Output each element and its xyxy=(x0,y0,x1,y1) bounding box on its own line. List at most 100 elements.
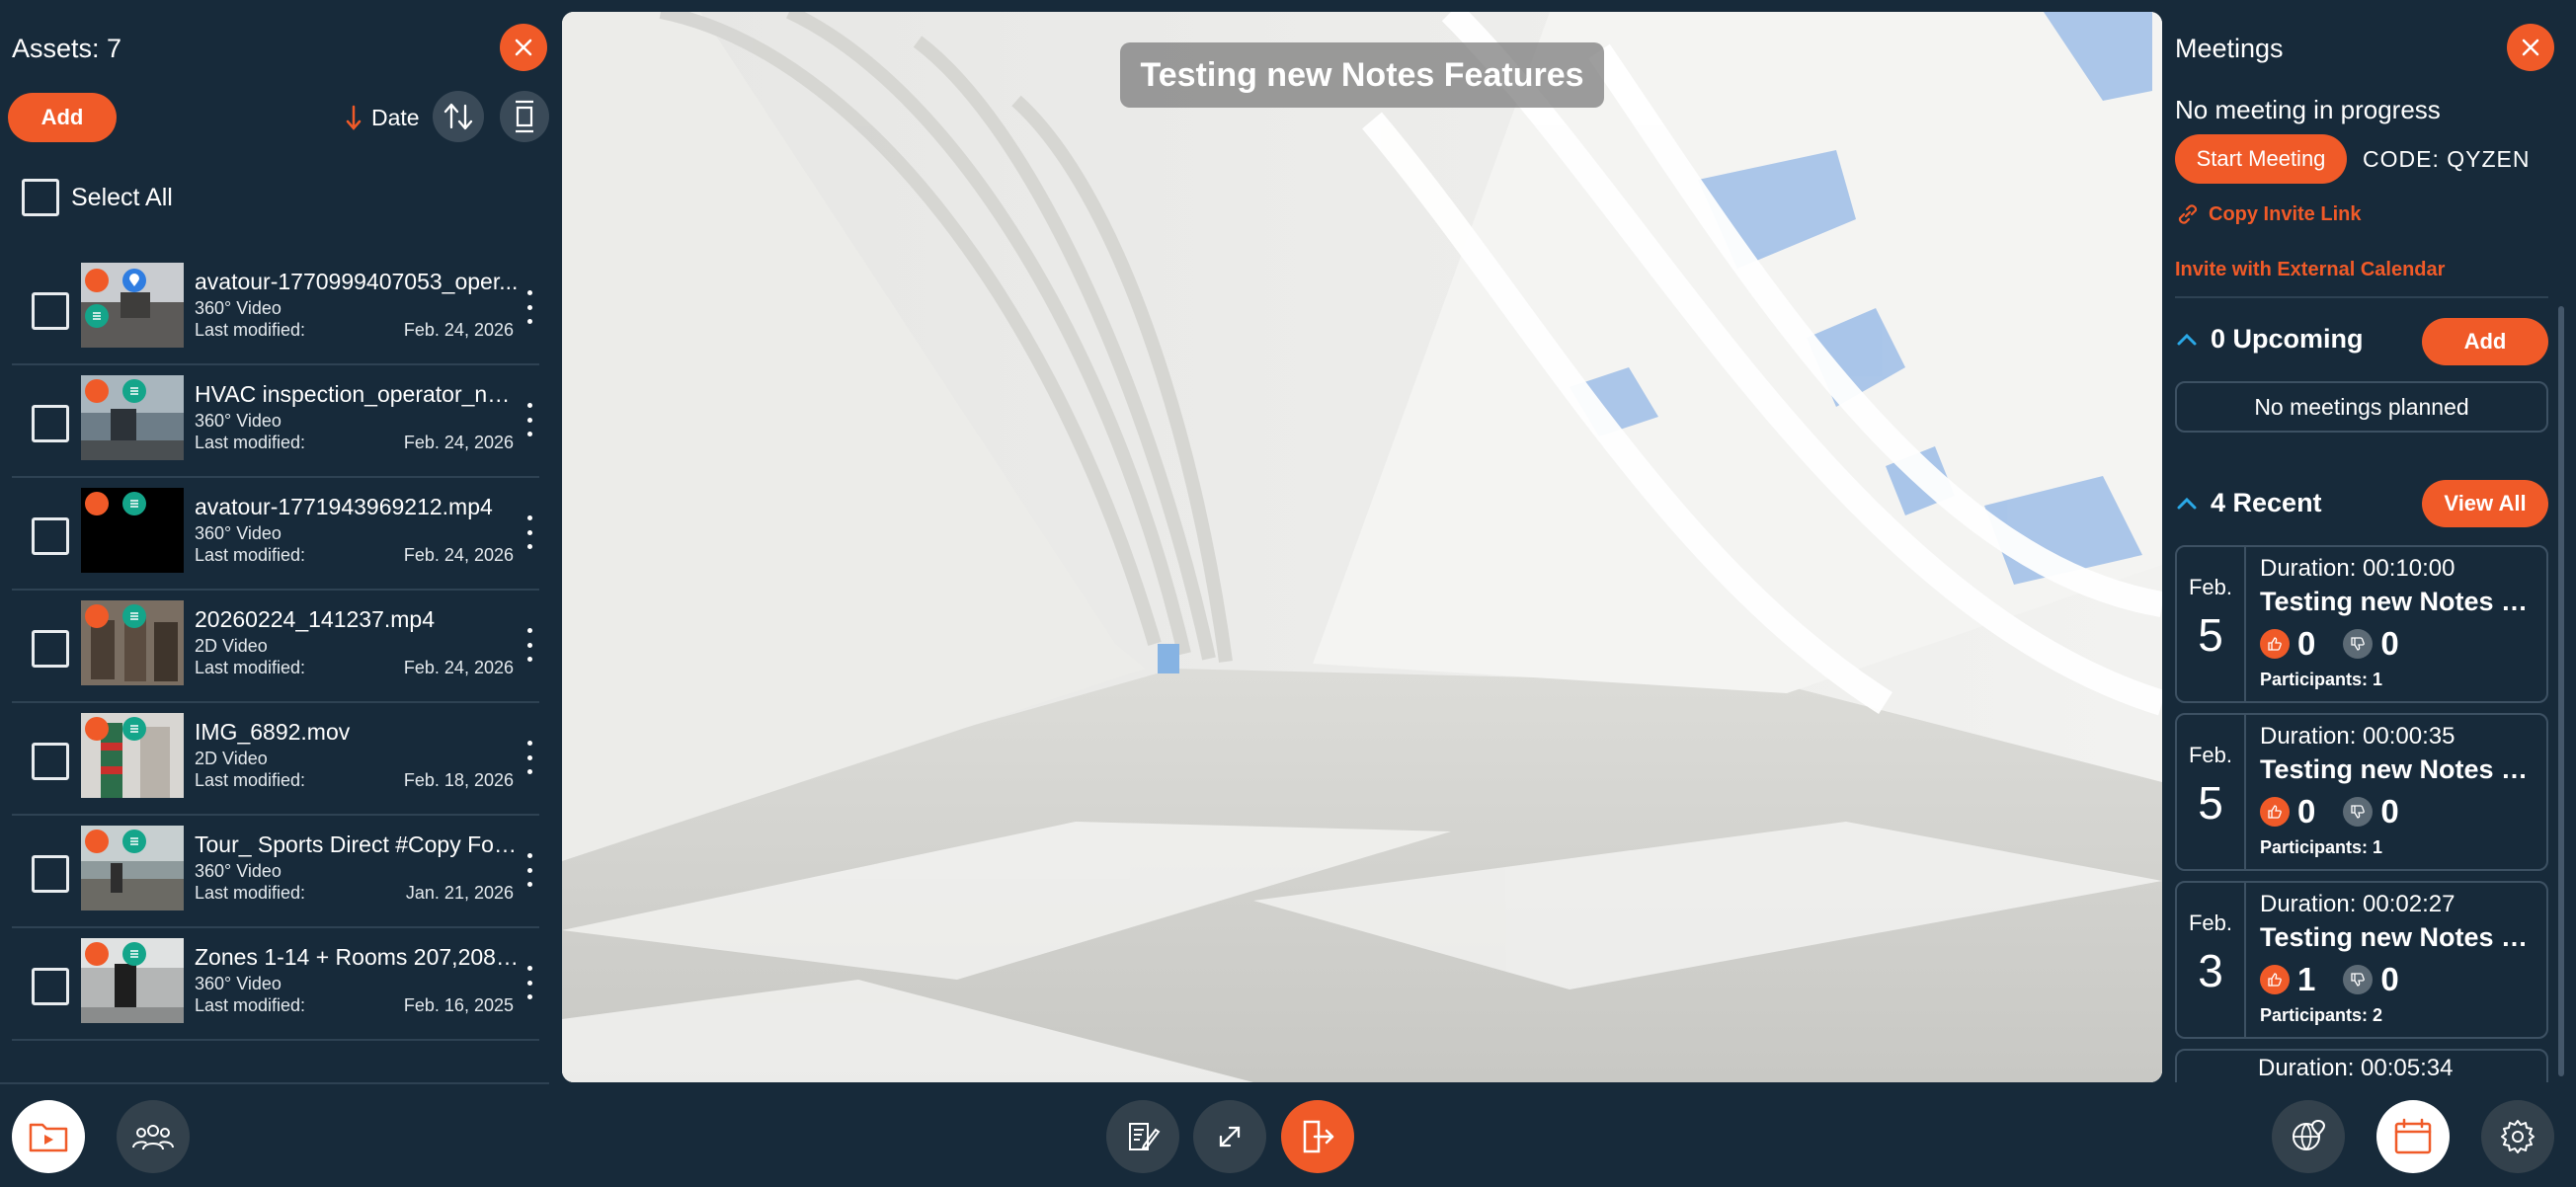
thumbs-up-count: 1 xyxy=(2297,961,2316,997)
meeting-participants: Participants: 1 xyxy=(2260,837,2382,858)
meeting-title: Testing new Notes Fe... xyxy=(2260,922,2541,952)
meetings-calendar-button[interactable] xyxy=(2376,1100,2450,1173)
asset-checkbox[interactable] xyxy=(32,405,69,442)
asset-modified-label: Last modified: xyxy=(195,545,306,565)
asset-date: Feb. 16, 2025 xyxy=(403,995,514,1015)
corridor-scene xyxy=(562,12,2162,1082)
asset-type: 360° Video xyxy=(195,974,282,993)
more-options-icon[interactable] xyxy=(523,741,535,774)
asset-checkbox[interactable] xyxy=(32,517,69,555)
location-pin-icon xyxy=(122,269,146,292)
more-options-icon[interactable] xyxy=(523,290,535,324)
asset-row[interactable]: HVAC inspection_operator_not... 360° Vid… xyxy=(12,365,539,478)
asset-row[interactable]: Zones 1-14 + Rooms 207,208, ... 360° Vid… xyxy=(12,928,539,1041)
thumbs-up-count: 0 xyxy=(2297,793,2316,830)
sort-by-date-button[interactable]: Date xyxy=(346,103,420,132)
meeting-date: Feb. 5 xyxy=(2177,547,2246,701)
asset-checkbox[interactable] xyxy=(32,743,69,780)
meeting-participants: Participants: 2 xyxy=(2260,1005,2382,1026)
expand-button[interactable] xyxy=(1193,1100,1266,1173)
more-options-icon[interactable] xyxy=(523,403,535,436)
meetings-panel: Meetings No meeting in progress Start Me… xyxy=(2171,0,2576,1084)
participants-label: Participants: xyxy=(2260,1005,2369,1025)
asset-date: Feb. 24, 2026 xyxy=(403,433,514,452)
start-meeting-button[interactable]: Start Meeting xyxy=(2175,134,2347,184)
map-location-button[interactable] xyxy=(2272,1100,2345,1173)
pin-badge-icon xyxy=(85,269,109,292)
recent-section-toggle[interactable]: 4 Recent xyxy=(2175,488,2322,518)
meeting-duration: Duration: 00:00:35 xyxy=(2260,723,2455,750)
thumbs-down-icon xyxy=(2343,965,2374,994)
recent-meeting-card-partial[interactable]: Duration: 00:05:34 xyxy=(2175,1049,2548,1082)
close-icon xyxy=(2522,39,2539,56)
assets-panel-button[interactable] xyxy=(12,1100,85,1173)
asset-type: 360° Video xyxy=(195,523,282,543)
select-all-checkbox[interactable] xyxy=(22,179,59,216)
thumbs-down-count: 0 xyxy=(2380,961,2399,997)
more-options-icon[interactable] xyxy=(523,966,535,999)
chevron-up-icon xyxy=(2177,497,2197,509)
asset-date: Jan. 21, 2026 xyxy=(405,883,514,903)
asset-row[interactable]: 20260224_141237.mp4 2D Video Last modifi… xyxy=(12,591,539,703)
assets-count-title: Assets: 7 xyxy=(12,34,122,63)
exit-button[interactable] xyxy=(1281,1100,1354,1173)
asset-checkbox[interactable] xyxy=(32,292,69,330)
asset-checkbox[interactable] xyxy=(32,630,69,668)
participants-button[interactable] xyxy=(117,1100,190,1173)
meeting-date: Feb. 5 xyxy=(2177,715,2246,869)
asset-row[interactable]: avatour-1770999407053_oper... 360° Video… xyxy=(12,253,539,365)
recent-meeting-card[interactable]: Feb. 3 Duration: 00:02:27 Testing new No… xyxy=(2175,881,2548,1039)
sort-direction-button[interactable] xyxy=(433,91,484,142)
asset-type: 360° Video xyxy=(195,861,282,881)
close-meetings-button[interactable] xyxy=(2507,24,2554,71)
pin-badge-icon xyxy=(85,604,109,628)
link-icon xyxy=(2178,204,2198,224)
pin-badge-icon xyxy=(85,492,109,515)
divider xyxy=(0,1082,549,1084)
notes-button[interactable] xyxy=(1106,1100,1179,1173)
pin-badge-icon xyxy=(85,717,109,741)
layout-icon xyxy=(516,100,533,133)
copy-invite-link[interactable]: Copy Invite Link xyxy=(2175,201,2361,227)
participants-count: 1 xyxy=(2373,837,2383,857)
settings-button[interactable] xyxy=(2481,1100,2554,1173)
asset-name: Zones 1-14 + Rooms 207,208, ... xyxy=(195,944,521,970)
asset-name: 20260224_141237.mp4 xyxy=(195,606,436,632)
close-assets-button[interactable] xyxy=(500,24,547,71)
thumbs-down-count: 0 xyxy=(2380,625,2399,662)
add-meeting-button[interactable]: Add xyxy=(2422,318,2548,365)
more-options-icon[interactable] xyxy=(523,628,535,662)
asset-date: Feb. 18, 2026 xyxy=(403,770,514,790)
meeting-participants: Participants: 1 xyxy=(2260,670,2382,690)
select-all-label: Select All xyxy=(71,184,173,211)
asset-checkbox[interactable] xyxy=(32,855,69,893)
asset-row[interactable]: avatour-1771943969212.mp4 360° Video Las… xyxy=(12,478,539,591)
view-toggle-button[interactable] xyxy=(500,91,549,142)
asset-row[interactable]: Tour_ Sports Direct #Copy For ... 360° V… xyxy=(12,816,539,928)
asset-modified-label: Last modified: xyxy=(195,433,306,452)
asset-checkbox[interactable] xyxy=(32,968,69,1005)
folder-video-icon xyxy=(29,1123,68,1152)
meeting-duration: Duration: 00:05:34 xyxy=(2258,1055,2454,1081)
divider xyxy=(2175,296,2548,298)
asset-modified-label: Last modified: xyxy=(195,658,306,677)
meeting-votes: 0 0 xyxy=(2260,793,2399,830)
recent-meeting-card[interactable]: Feb. 5 Duration: 00:00:35 Testing new No… xyxy=(2175,713,2548,871)
thumbs-up-icon xyxy=(2260,797,2290,827)
more-options-icon[interactable] xyxy=(523,853,535,887)
recent-meeting-card[interactable]: Feb. 5 Duration: 00:10:00 Testing new No… xyxy=(2175,545,2548,703)
asset-row[interactable]: IMG_6892.mov 2D Video Last modified: Feb… xyxy=(12,703,539,816)
sort-arrows-icon xyxy=(443,103,473,130)
notes-icon xyxy=(122,942,146,966)
invite-external-calendar-link[interactable]: Invite with External Calendar xyxy=(2175,259,2445,281)
viewer-title: Testing new Notes Features xyxy=(1120,42,1604,108)
scrollbar[interactable] xyxy=(2558,306,2564,1076)
view-all-button[interactable]: View All xyxy=(2422,480,2548,527)
add-asset-button[interactable]: Add xyxy=(8,93,117,142)
upcoming-section-toggle[interactable]: 0 Upcoming xyxy=(2175,324,2364,355)
more-options-icon[interactable] xyxy=(523,515,535,549)
media-viewer[interactable]: Testing new Notes Features xyxy=(562,12,2162,1082)
chevron-up-icon xyxy=(2177,333,2197,345)
asset-type: 360° Video xyxy=(195,411,282,431)
meeting-title: Testing new Notes Fe... xyxy=(2260,754,2541,784)
